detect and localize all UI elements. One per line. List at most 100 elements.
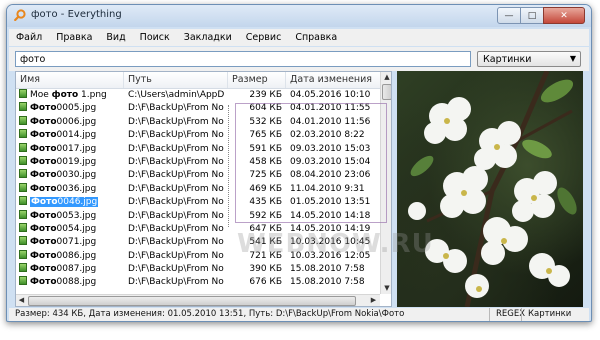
file-name: Мое фото 1.png	[30, 90, 107, 100]
file-size: 591 КБ	[249, 143, 282, 154]
close-icon: ✕	[560, 10, 568, 21]
title-bar[interactable]: фото - Everything — □ ✕	[7, 5, 591, 27]
file-path: D:\F\BackUp\From No...	[128, 130, 224, 141]
menu-help[interactable]: Справка	[288, 32, 344, 43]
file-name: Фото0006.jpg	[30, 116, 97, 127]
file-name: Фото0088.jpg	[30, 277, 97, 288]
image-file-icon	[19, 169, 27, 179]
minimize-button[interactable]: —	[497, 7, 521, 24]
file-name-cell: Фото0087.jpg	[19, 263, 123, 276]
table-row[interactable]: Фото0071.jpg D:\F\BackUp\From No... 541 КБ…	[16, 236, 380, 249]
file-name-cell: Фото0019.jpg	[19, 155, 123, 169]
file-size: 592 КБ	[249, 210, 282, 221]
file-date-modified: 10.03.2016 12:05	[290, 250, 371, 261]
table-row[interactable]: Фото0017.jpg D:\F\BackUp\From No... 591 КБ…	[16, 142, 380, 156]
image-file-icon	[19, 209, 27, 219]
maximize-button[interactable]: □	[520, 7, 544, 24]
file-path: C:\Users\admin\AppD...	[128, 90, 224, 100]
scroll-up-icon[interactable]: ▲	[381, 72, 391, 83]
image-file-icon	[19, 196, 27, 206]
file-name: Фото0086.jpg	[30, 250, 97, 261]
status-filter-indicator[interactable]: Картинки	[521, 308, 571, 321]
file-name: Фото0046.jpg	[30, 197, 99, 208]
search-input[interactable]	[15, 51, 471, 67]
table-row[interactable]: Мое фото 1.png C:\Users\admin\AppD... 239 …	[16, 89, 380, 102]
file-size: 390 КБ	[249, 264, 282, 275]
table-row[interactable]: Фото0046.jpg D:\F\BackUp\From No... 435 КБ…	[16, 196, 380, 209]
results-list[interactable]: Имя Путь Размер Дата изменения Мое фото …	[15, 71, 392, 307]
file-date-modified: 08.04.2010 23:06	[290, 170, 371, 181]
chevron-down-icon: ▼	[569, 54, 576, 63]
table-row[interactable]: Фото0086.jpg D:\F\BackUp\From No... 721 КБ…	[16, 249, 380, 263]
image-file-icon	[19, 222, 27, 232]
file-date-modified: 04.01.2010 11:55	[290, 103, 371, 114]
menu-view[interactable]: Вид	[99, 32, 132, 43]
column-size[interactable]: Размер	[228, 72, 286, 88]
scroll-right-icon[interactable]: ▶	[368, 295, 379, 306]
filter-dropdown-value: Картинки	[483, 54, 532, 65]
file-name-cell: Фото0053.jpg	[19, 209, 123, 223]
maximize-icon: □	[527, 10, 537, 21]
menu-tools[interactable]: Сервис	[239, 32, 289, 43]
table-row[interactable]: Фото0014.jpg D:\F\BackUp\From No... 765 КБ…	[16, 129, 380, 142]
file-name: Фото0071.jpg	[30, 237, 97, 248]
image-file-icon	[19, 249, 27, 259]
status-regex-indicator[interactable]: REGEX	[489, 308, 525, 321]
table-row[interactable]: Фото0030.jpg D:\F\BackUp\From No... 725 КБ…	[16, 169, 380, 182]
file-path: D:\F\BackUp\From No...	[128, 156, 224, 167]
file-path: D:\F\BackUp\From No...	[128, 116, 224, 127]
file-size: 458 КБ	[249, 156, 282, 167]
window-title: фото - Everything	[31, 9, 122, 20]
image-file-icon	[19, 276, 27, 286]
file-size: 532 КБ	[249, 116, 282, 127]
horizontal-scrollbar[interactable]: ◀ ▶	[16, 294, 380, 306]
table-row[interactable]: Фото0054.jpg D:\F\BackUp\From No... 647 КБ…	[16, 222, 380, 236]
table-row[interactable]: Фото0053.jpg D:\F\BackUp\From No... 592 КБ…	[16, 209, 380, 223]
table-row[interactable]: Фото0006.jpg D:\F\BackUp\From No... 532 КБ…	[16, 115, 380, 129]
file-name-cell: Фото0036.jpg	[19, 182, 123, 196]
vertical-scroll-thumb[interactable]	[382, 84, 391, 100]
table-row[interactable]: Фото0036.jpg D:\F\BackUp\From No... 469 КБ…	[16, 182, 380, 196]
file-name-cell: Мое фото 1.png	[19, 89, 123, 102]
column-name[interactable]: Имя	[16, 72, 124, 88]
file-path: D:\F\BackUp\From No...	[128, 197, 224, 208]
vertical-scrollbar[interactable]: ▲ ▼	[380, 72, 391, 294]
image-file-icon	[19, 155, 27, 165]
file-size: 435 КБ	[249, 197, 282, 208]
file-date-modified: 15.08.2010 7:58	[290, 277, 365, 288]
table-row[interactable]: Фото0005.jpg D:\F\BackUp\From No... 604 КБ…	[16, 102, 380, 115]
horizontal-scroll-thumb[interactable]	[28, 296, 356, 306]
menu-file[interactable]: Файл	[9, 32, 49, 43]
filter-dropdown[interactable]: Картинки ▼	[477, 51, 581, 67]
file-size: 647 КБ	[249, 223, 282, 234]
file-date-modified: 09.03.2010 15:04	[290, 156, 371, 167]
file-path: D:\F\BackUp\From No...	[128, 103, 224, 114]
menu-search[interactable]: Поиск	[133, 32, 177, 43]
column-path[interactable]: Путь	[124, 72, 228, 88]
file-name-cell: Фото0054.jpg	[19, 222, 123, 236]
table-row[interactable]: Фото0088.jpg D:\F\BackUp\From No... 676 КБ…	[16, 276, 380, 289]
file-name-cell: Фото0071.jpg	[19, 236, 123, 249]
file-name-cell: Фото0088.jpg	[19, 276, 123, 289]
file-path: D:\F\BackUp\From No...	[128, 170, 224, 181]
status-bar: Размер: 434 КБ, Дата изменения: 01.05.20…	[9, 308, 589, 321]
result-rows: Мое фото 1.png C:\Users\admin\AppD... 239 …	[16, 89, 380, 290]
table-row[interactable]: Фото0019.jpg D:\F\BackUp\From No... 458 КБ…	[16, 155, 380, 169]
close-button[interactable]: ✕	[543, 7, 585, 24]
menu-edit[interactable]: Правка	[49, 32, 99, 43]
file-size: 541 КБ	[249, 237, 282, 248]
search-row: Картинки ▼	[9, 47, 589, 71]
file-name: Фото0017.jpg	[30, 143, 97, 154]
file-date-modified: 14.05.2010 14:19	[290, 223, 371, 234]
file-date-modified: 15.08.2010 7:58	[290, 264, 365, 275]
file-path: D:\F\BackUp\From No...	[128, 237, 224, 248]
image-file-icon	[19, 182, 27, 192]
scroll-down-icon[interactable]: ▼	[381, 283, 391, 294]
column-date-modified[interactable]: Дата изменения	[286, 72, 380, 88]
status-file-info: Размер: 434 КБ, Дата изменения: 01.05.20…	[15, 309, 405, 319]
column-header: Имя Путь Размер Дата изменения	[16, 72, 380, 89]
scroll-left-icon[interactable]: ◀	[16, 295, 27, 306]
table-row[interactable]: Фото0087.jpg D:\F\BackUp\From No... 390 КБ…	[16, 263, 380, 276]
file-path: D:\F\BackUp\From No...	[128, 277, 224, 288]
menu-bookmarks[interactable]: Закладки	[177, 32, 239, 43]
